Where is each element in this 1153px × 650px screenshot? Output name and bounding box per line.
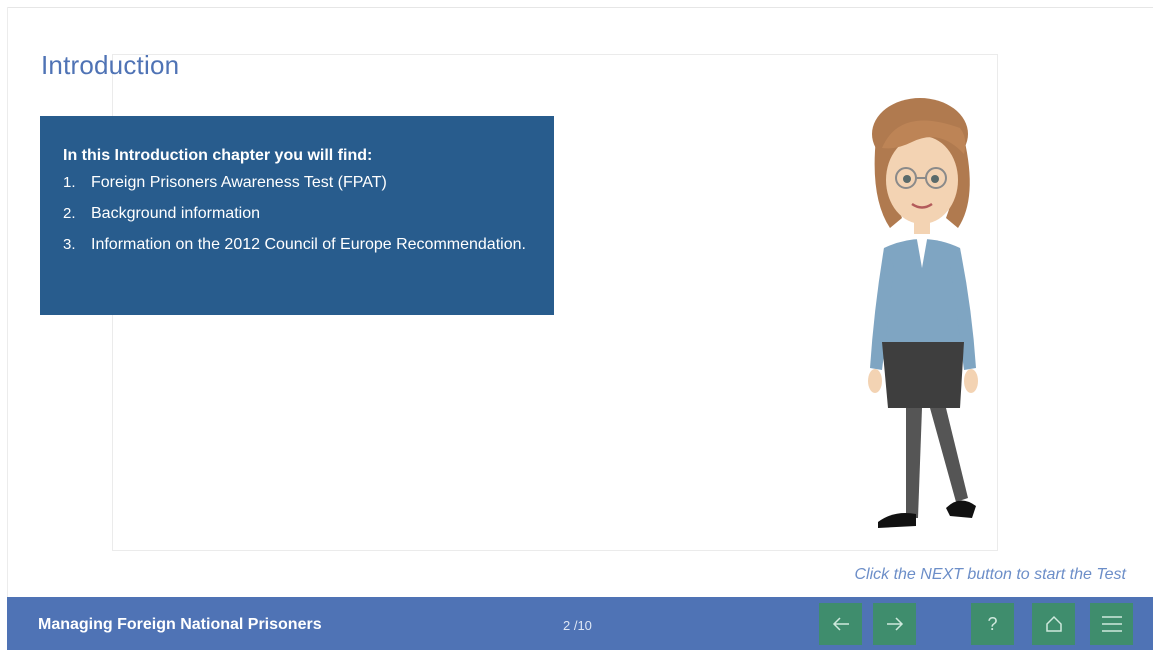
info-heading: In this Introduction chapter you will fi… bbox=[63, 147, 373, 164]
next-button[interactable] bbox=[873, 603, 916, 645]
list-item: 1. Foreign Prisoners Awareness Test (FPAT… bbox=[63, 172, 530, 193]
list-item-number: 3. bbox=[63, 236, 76, 253]
list-item-text: Information on the 2012 Council of Europ… bbox=[91, 236, 526, 253]
list-item: 2. Background information bbox=[63, 203, 530, 224]
arrow-left-icon bbox=[832, 616, 850, 632]
back-button[interactable] bbox=[819, 603, 862, 645]
frame-top-border bbox=[8, 7, 1153, 8]
page-counter: 2 /10 bbox=[563, 618, 592, 633]
chapter-contents-list: 1. Foreign Prisoners Awareness Test (FPAT… bbox=[63, 172, 530, 255]
slide-title: Introduction bbox=[41, 50, 180, 80]
next-instruction-hint: Click the NEXT button to start the Test bbox=[854, 566, 1126, 583]
intro-info-box: In this Introduction chapter you will fi… bbox=[40, 116, 554, 315]
presenter-character-illustration bbox=[860, 98, 990, 532]
list-item: 3. Information on the 2012 Council of Eur… bbox=[63, 234, 530, 255]
list-item-number: 2. bbox=[63, 205, 76, 222]
frame-left-border bbox=[7, 7, 8, 597]
help-button[interactable]: ? bbox=[971, 603, 1014, 645]
footer-bar: Managing Foreign National Prisoners 2 /1… bbox=[7, 597, 1153, 650]
home-icon bbox=[1045, 615, 1063, 633]
menu-button[interactable] bbox=[1090, 603, 1133, 645]
question-icon: ? bbox=[987, 613, 998, 634]
list-item-text: Background information bbox=[91, 205, 260, 222]
list-item-number: 1. bbox=[63, 174, 76, 191]
home-button[interactable] bbox=[1032, 603, 1075, 645]
course-title: Managing Foreign National Prisoners bbox=[38, 616, 322, 633]
hamburger-menu-icon bbox=[1101, 615, 1123, 633]
list-item-text: Foreign Prisoners Awareness Test (FPAT) bbox=[91, 174, 387, 191]
arrow-right-icon bbox=[886, 616, 904, 632]
